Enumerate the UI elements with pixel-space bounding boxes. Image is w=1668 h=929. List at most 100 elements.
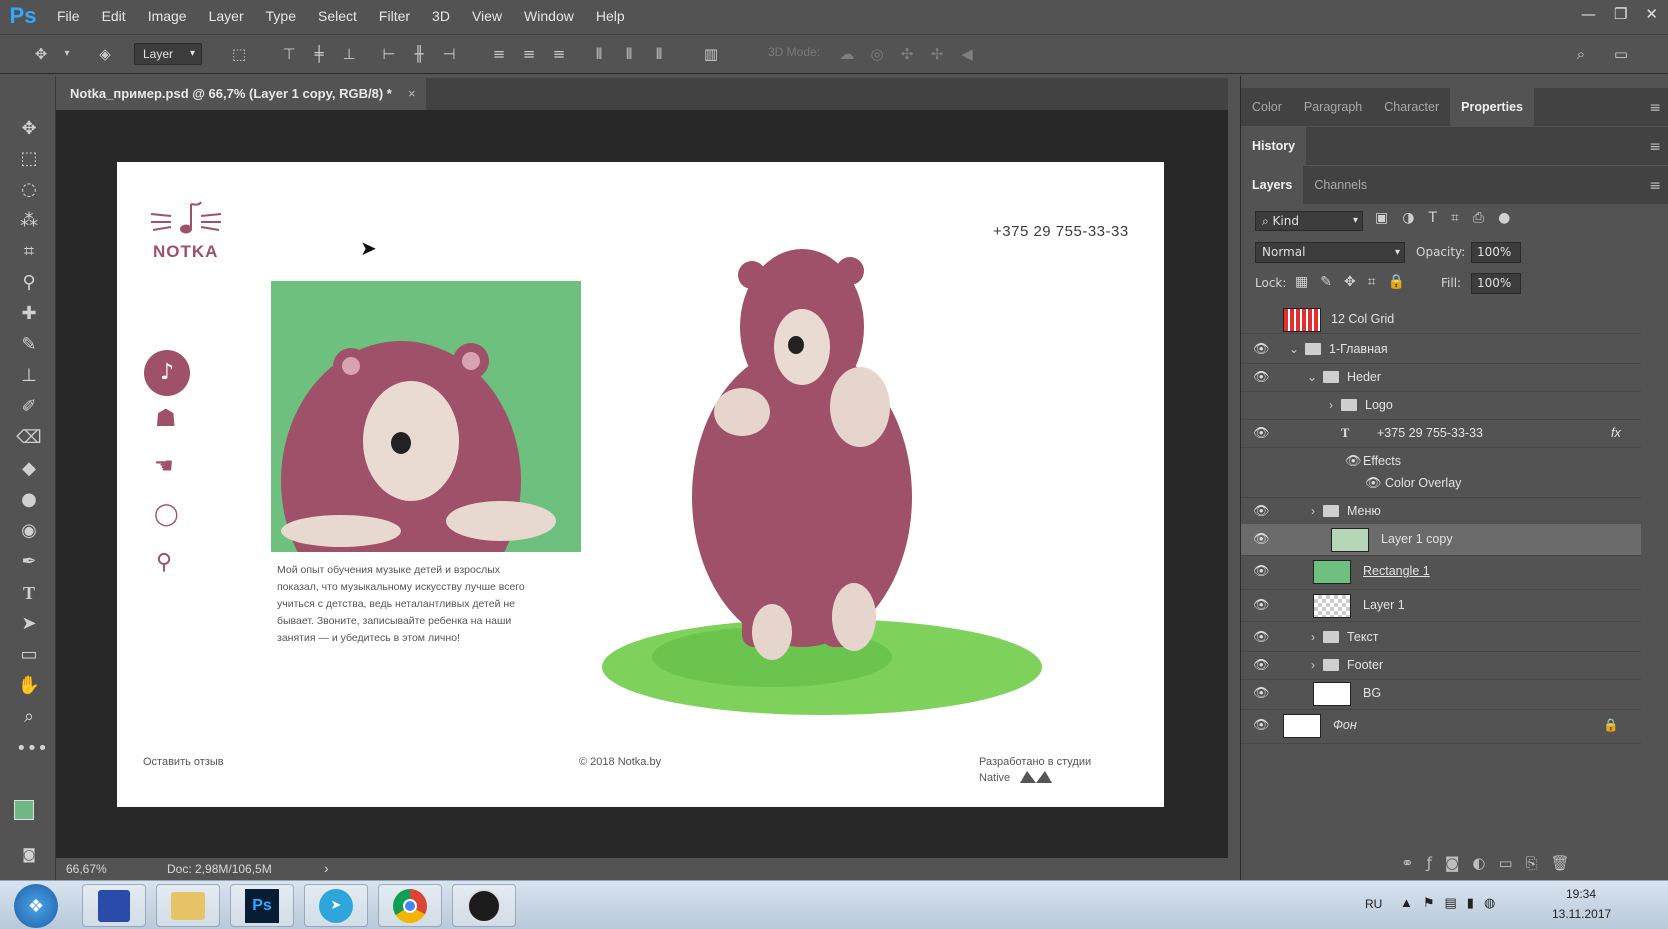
foreground-color-swatch[interactable] (14, 800, 34, 820)
crop-tool-icon[interactable]: ⌗ (16, 239, 42, 265)
layer-row[interactable]: 12 Col Grid (1241, 304, 1641, 334)
blur-tool-icon[interactable]: ● (16, 487, 42, 513)
transform-controls-icon[interactable]: ⬚ (228, 43, 250, 65)
tab-properties[interactable]: Properties (1450, 88, 1534, 126)
minimize-icon[interactable]: — (1581, 5, 1596, 23)
taskbar-chrome-icon[interactable] (378, 884, 442, 927)
distribute-left-icon[interactable]: ⦀ (588, 43, 610, 65)
chevron-right-icon[interactable]: › (1329, 390, 1333, 420)
location-pin-icon[interactable]: ⚲ (156, 550, 172, 575)
move-tool-icon[interactable]: ✥ (30, 43, 52, 65)
layer-row[interactable]: 👁 Layer 1 (1241, 590, 1641, 622)
layer-filter-kind-select[interactable]: ⌕ Kind ▾ (1255, 211, 1363, 231)
chevron-down-icon[interactable]: ⌄ (1289, 334, 1299, 364)
menu-3d[interactable]: 3D (421, 0, 461, 32)
chat-icon[interactable]: ◯ (154, 502, 179, 527)
marquee-tool-icon[interactable]: ⬚ (16, 146, 42, 172)
align-hcenter-icon[interactable]: ╫ (408, 43, 430, 65)
zoom-level[interactable]: 66,67% (66, 862, 107, 876)
tab-channels[interactable]: Channels (1303, 166, 1378, 204)
auto-select-target-select[interactable]: Layer ▾ (134, 43, 202, 65)
language-indicator[interactable]: RU (1365, 897, 1382, 911)
panel-menu-icon[interactable]: ≡ (1649, 100, 1661, 116)
paint-bucket-tool-icon[interactable]: ◆ (16, 456, 42, 482)
menu-image[interactable]: Image (137, 0, 198, 32)
align-bottom-icon[interactable]: ⊥ (338, 43, 360, 65)
layer-filter-icons[interactable]: ▣◑T⌗⎙● (1375, 210, 1524, 226)
align-left-icon[interactable]: ⊢ (378, 43, 400, 65)
hand-icon[interactable]: ☚ (154, 454, 174, 479)
document-tab[interactable]: Notka_пример.psd @ 66,7% (Layer 1 copy, … (56, 78, 426, 110)
eye-icon[interactable]: 👁 (1253, 341, 1270, 357)
eye-icon[interactable]: 👁 (1253, 657, 1270, 673)
layer-row[interactable]: 👁 › Меню (1241, 496, 1641, 526)
more-tools-icon[interactable]: ••• (16, 736, 48, 762)
align-vcenter-icon[interactable]: ╪ (308, 43, 330, 65)
align-top-icon[interactable]: ⊤ (278, 43, 300, 65)
taskbar-save-icon[interactable] (82, 884, 146, 927)
dodge-tool-icon[interactable]: ◉ (16, 518, 42, 544)
clone-stamp-tool-icon[interactable]: ⊥ (16, 363, 42, 389)
eye-icon[interactable]: 👁 (1253, 597, 1270, 613)
tab-history[interactable]: History (1241, 127, 1307, 165)
tab-layers[interactable]: Layers (1241, 166, 1304, 204)
eye-icon[interactable]: 👁 (1253, 717, 1270, 733)
layer-effect-row[interactable]: 👁 Color Overlay (1241, 468, 1641, 498)
path-selection-tool-icon[interactable]: ➤ (16, 611, 42, 637)
menu-filter[interactable]: Filter (368, 0, 421, 32)
layer-row[interactable]: 👁 Rectangle 1 (1241, 556, 1641, 590)
move-tool-icon[interactable]: ✥ (16, 116, 42, 142)
distribute-vcenter-icon[interactable]: ≡ (518, 43, 540, 65)
fill-input[interactable]: 100% (1471, 273, 1521, 294)
menu-help[interactable]: Help (585, 0, 636, 32)
tab-paragraph[interactable]: Paragraph (1293, 88, 1373, 126)
type-tool-icon[interactable]: T (16, 580, 42, 606)
brush-tool-icon[interactable]: ✎ (16, 332, 42, 358)
layer-row[interactable]: 👁 T +375 29 755-33-33 fx (1241, 418, 1641, 448)
3d-roll-icon[interactable]: ◎ (866, 43, 888, 65)
menu-view[interactable]: View (461, 0, 513, 32)
align-right-icon[interactable]: ⊣ (438, 43, 460, 65)
restore-icon[interactable]: ❐ (1614, 5, 1627, 23)
3d-orbit-icon[interactable]: ☁ (836, 43, 858, 65)
start-button-icon[interactable]: ❖ (14, 884, 58, 928)
tab-color[interactable]: Color (1241, 88, 1293, 126)
quick-mask-icon[interactable]: ◙ (16, 842, 42, 868)
layer-row[interactable]: 👁 › Текст (1241, 622, 1641, 652)
menu-select[interactable]: Select (307, 0, 368, 32)
rectangle-tool-icon[interactable]: ▭ (16, 642, 42, 668)
status-menu-arrow[interactable]: › (324, 860, 329, 876)
auto-select-icon[interactable]: ◈ (94, 43, 116, 65)
fx-icon[interactable]: fx (1611, 418, 1621, 448)
menu-window[interactable]: Window (513, 0, 585, 32)
chevron-right-icon[interactable]: › (1311, 650, 1315, 680)
magic-wand-tool-icon[interactable]: ⁂ (16, 208, 42, 234)
layer-row[interactable]: 👁 BG (1241, 678, 1641, 710)
chevron-down-icon[interactable]: ▾ (56, 43, 78, 65)
close-tab-icon[interactable]: × (408, 78, 416, 110)
chevron-down-icon[interactable]: ⌄ (1307, 362, 1317, 392)
eye-icon[interactable]: 👁 (1253, 531, 1270, 547)
eraser-tool-icon[interactable]: ⌫ (16, 425, 42, 451)
artboard[interactable]: NOTKA +375 29 755-33-33 ♪ ☗ ☚ ◯ ⚲ Мой оп… (117, 162, 1164, 807)
blend-mode-select[interactable]: Normal ▾ (1255, 242, 1405, 263)
tab-character[interactable]: Character (1373, 88, 1450, 126)
layers-footer-icons[interactable]: ⚭ƒ◙◐▭⎘🗑 (1401, 854, 1583, 872)
tray-icons[interactable]: ▲⚑▤▮◍ (1400, 895, 1505, 911)
close-icon[interactable]: ✕ (1645, 5, 1658, 23)
3d-scale-icon[interactable]: ◀ (956, 43, 978, 65)
taskbar-telegram-icon[interactable]: ➤ (304, 884, 368, 927)
music-note-icon[interactable]: ♪ (144, 350, 190, 396)
menu-file[interactable]: File (46, 0, 91, 32)
layer-row[interactable]: 👁 Фон 🔒 (1241, 710, 1641, 744)
opacity-input[interactable]: 100% (1471, 242, 1521, 263)
eye-icon[interactable]: 👁 (1365, 475, 1382, 491)
menu-layer[interactable]: Layer (198, 0, 255, 32)
distribute-right-icon[interactable]: ⦀ (648, 43, 670, 65)
taskbar-obs-icon[interactable] (452, 884, 516, 927)
chevron-right-icon[interactable]: › (1311, 622, 1315, 652)
3d-slide-icon[interactable]: ✢ (926, 43, 948, 65)
menu-edit[interactable]: Edit (91, 0, 137, 32)
eye-icon[interactable]: 👁 (1345, 453, 1362, 469)
lock-options-icons[interactable]: ▦✎✥⌗🔒 (1295, 274, 1417, 290)
